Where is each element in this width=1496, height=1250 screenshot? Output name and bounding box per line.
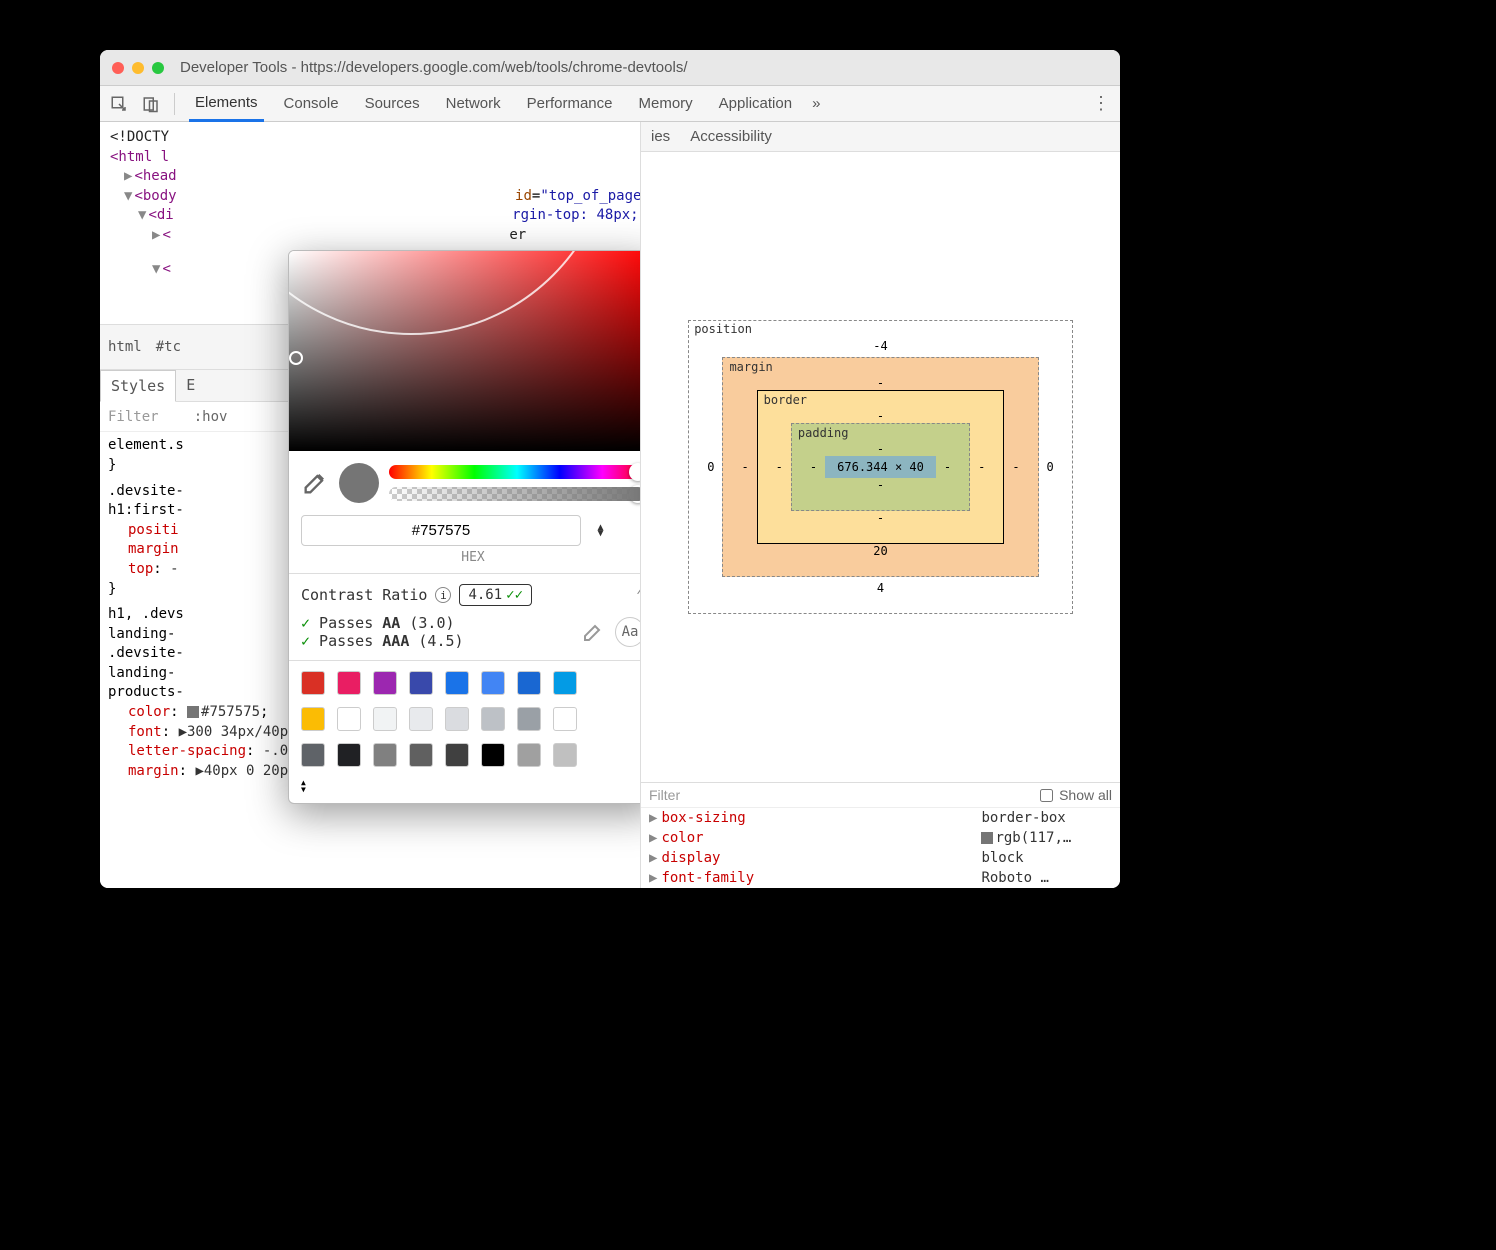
palette-swatch[interactable] bbox=[553, 743, 577, 767]
palette-stepper[interactable]: ▲▼ bbox=[301, 779, 325, 793]
titlebar: Developer Tools - https://developers.goo… bbox=[100, 50, 1120, 86]
filter-label[interactable]: Filter bbox=[108, 409, 159, 425]
tabs-overflow[interactable]: » bbox=[812, 95, 820, 112]
palette: ▲▼ bbox=[289, 660, 640, 803]
subtab-accessibility[interactable]: Accessibility bbox=[680, 122, 782, 151]
palette-swatch[interactable] bbox=[517, 743, 541, 767]
tab-network[interactable]: Network bbox=[440, 87, 507, 120]
tab-elements[interactable]: Elements bbox=[189, 86, 264, 122]
palette-swatch[interactable] bbox=[445, 671, 469, 695]
pass-aaa: ✓ Passes AAA (4.5) bbox=[301, 632, 571, 650]
color-picker: ▲▼ HEX Contrast Ratio i 4.61 ✓✓ ⌃ ✓ Pass… bbox=[288, 250, 640, 804]
hex-input[interactable] bbox=[301, 515, 581, 546]
palette-swatch[interactable] bbox=[481, 671, 505, 695]
minimize-window[interactable] bbox=[132, 62, 144, 74]
traffic-lights bbox=[112, 62, 164, 74]
box-model[interactable]: position -4 0 margin - - border bbox=[641, 152, 1120, 782]
pass-aa: ✓ Passes AA (3.0) bbox=[301, 614, 571, 632]
subtab-event[interactable]: E bbox=[176, 370, 205, 401]
computed-row[interactable]: ▶displayblock bbox=[641, 848, 1120, 868]
subtab-styles[interactable]: Styles bbox=[100, 370, 176, 402]
eyedropper-icon[interactable] bbox=[301, 469, 329, 497]
computed-row[interactable]: ▶box-sizingborder-box bbox=[641, 808, 1120, 828]
info-icon[interactable]: i bbox=[435, 587, 451, 603]
show-all-checkbox[interactable]: Show all bbox=[1040, 787, 1112, 803]
saturation-value-field[interactable] bbox=[289, 251, 640, 451]
breadcrumb-item[interactable]: #tc bbox=[156, 339, 181, 355]
palette-swatch[interactable] bbox=[481, 707, 505, 731]
expand-contrast-icon[interactable]: ⌃ bbox=[636, 586, 640, 604]
color-swatch[interactable] bbox=[187, 706, 199, 718]
palette-swatch[interactable] bbox=[517, 707, 541, 731]
kebab-menu-icon[interactable]: ⋮ bbox=[1092, 93, 1110, 114]
palette-swatch[interactable] bbox=[517, 671, 541, 695]
palette-swatch[interactable] bbox=[337, 671, 361, 695]
palette-swatch[interactable] bbox=[337, 743, 361, 767]
tab-console[interactable]: Console bbox=[278, 87, 345, 120]
computed-row[interactable]: ▶font-familyRoboto … bbox=[641, 868, 1120, 888]
tab-sources[interactable]: Sources bbox=[359, 87, 426, 120]
palette-swatch[interactable] bbox=[373, 671, 397, 695]
div-tag[interactable]: <di bbox=[148, 207, 173, 223]
body-tag[interactable]: <body bbox=[134, 188, 176, 204]
tab-application[interactable]: Application bbox=[713, 87, 798, 120]
box-model-content: 676.344 × 40 bbox=[825, 456, 936, 478]
bg-eyedropper-icon[interactable] bbox=[581, 620, 605, 644]
palette-swatch[interactable] bbox=[301, 671, 325, 695]
inspect-icon[interactable] bbox=[110, 95, 128, 113]
zoom-window[interactable] bbox=[152, 62, 164, 74]
text-sample-icon[interactable]: Aa bbox=[615, 617, 640, 647]
palette-swatch[interactable] bbox=[553, 707, 577, 731]
computed-row[interactable]: ▶colorrgb(117,… bbox=[641, 828, 1120, 848]
sv-handle[interactable] bbox=[289, 351, 303, 365]
palette-swatch[interactable] bbox=[445, 743, 469, 767]
contrast-arc bbox=[289, 251, 640, 451]
computed-panel: Filter Show all ▶box-sizingborder-box▶co… bbox=[641, 782, 1120, 888]
doctype-line: <!DOCTY bbox=[110, 129, 169, 145]
format-stepper[interactable]: ▲▼ bbox=[597, 525, 603, 537]
alpha-slider[interactable] bbox=[389, 487, 640, 501]
subtab-properties[interactable]: ies bbox=[641, 122, 680, 151]
contrast-ratio-label: Contrast Ratio bbox=[301, 586, 427, 604]
main-toolbar: Elements Console Sources Network Perform… bbox=[100, 86, 1120, 122]
devtools-window: Developer Tools - https://developers.goo… bbox=[100, 50, 1120, 888]
right-subtabs: ies Accessibility bbox=[641, 122, 1120, 152]
contrast-section: Contrast Ratio i 4.61 ✓✓ ⌃ ✓ Passes AA (… bbox=[289, 573, 640, 660]
hov-toggle[interactable]: :hov bbox=[194, 409, 228, 425]
palette-swatch[interactable] bbox=[301, 707, 325, 731]
right-panel: ies Accessibility position -4 0 margin - bbox=[640, 122, 1120, 888]
color-mode-label: HEX bbox=[301, 550, 640, 565]
palette-swatch[interactable] bbox=[409, 743, 433, 767]
window-title: Developer Tools - https://developers.goo… bbox=[180, 59, 688, 76]
palette-swatch[interactable] bbox=[337, 707, 361, 731]
palette-swatch[interactable] bbox=[445, 707, 469, 731]
tab-memory[interactable]: Memory bbox=[633, 87, 699, 120]
palette-swatch[interactable] bbox=[553, 671, 577, 695]
palette-swatch[interactable] bbox=[409, 707, 433, 731]
palette-swatch[interactable] bbox=[409, 671, 433, 695]
divider bbox=[174, 93, 175, 115]
tab-performance[interactable]: Performance bbox=[521, 87, 619, 120]
left-panel: <!DOCTY <html l ▶<head ▼<body id="top_of… bbox=[100, 122, 640, 888]
palette-swatch[interactable] bbox=[481, 743, 505, 767]
head-tag[interactable]: <head bbox=[134, 168, 176, 184]
palette-swatch[interactable] bbox=[373, 743, 397, 767]
contrast-ratio-value: 4.61 ✓✓ bbox=[459, 584, 532, 606]
device-toggle-icon[interactable] bbox=[142, 95, 160, 113]
hue-handle[interactable] bbox=[629, 463, 640, 481]
computed-filter[interactable]: Filter bbox=[649, 787, 680, 803]
hue-slider[interactable] bbox=[389, 465, 640, 479]
palette-swatch[interactable] bbox=[301, 743, 325, 767]
current-color-swatch bbox=[339, 463, 379, 503]
breadcrumb-item[interactable]: html bbox=[108, 339, 142, 355]
palette-swatch[interactable] bbox=[373, 707, 397, 731]
html-tag[interactable]: <html l bbox=[110, 149, 169, 165]
close-window[interactable] bbox=[112, 62, 124, 74]
alpha-handle[interactable] bbox=[629, 485, 640, 503]
main-area: <!DOCTY <html l ▶<head ▼<body id="top_of… bbox=[100, 122, 1120, 888]
